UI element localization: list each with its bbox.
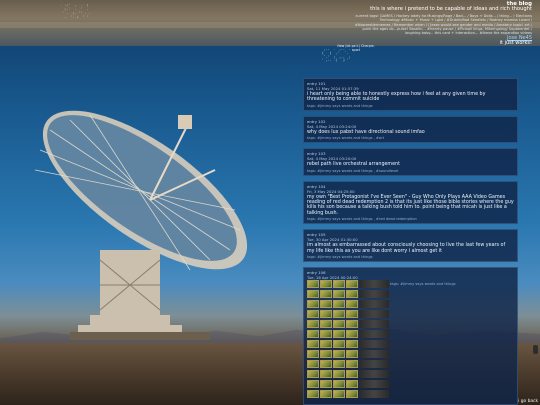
- gallery-thumbnail[interactable]: [333, 390, 345, 398]
- post-text: rebel path live orchestral arrangement: [307, 162, 400, 168]
- post-tags[interactable]: tags: #jimmy says words and things: [307, 255, 514, 259]
- blog-tagline: this is where i pretend to be capable of…: [370, 6, 532, 13]
- post[interactable]: entry 101 Sat, 11 May 2024 01:57:39 i he…: [303, 78, 518, 111]
- gallery-thumbnail[interactable]: [307, 310, 319, 318]
- post-tags[interactable]: tags: #jimmy says words and things , #re…: [307, 217, 514, 221]
- gallery-strip: [359, 300, 389, 308]
- gallery-strip: [359, 320, 389, 328]
- gallery-thumbnail[interactable]: [320, 370, 332, 378]
- gallery-thumbnail[interactable]: [346, 380, 358, 388]
- gallery-thumbnail[interactable]: [346, 370, 358, 378]
- gallery-thumbnail[interactable]: [307, 340, 319, 348]
- radio-telescope-image: [34, 110, 248, 340]
- gallery-thumbnail[interactable]: [320, 350, 332, 358]
- post-tags[interactable]: tags: #jimmy says words and things: [390, 282, 455, 286]
- post-text: im almost as embarrassed about conscious…: [307, 243, 506, 254]
- go-back-link[interactable]: i go back: [518, 399, 538, 404]
- works-label: it just works!: [499, 40, 532, 47]
- blog-header: the blog this is where i pretend to be c…: [352, 1, 532, 47]
- post-text: why does lux pabst have directional soun…: [307, 129, 425, 135]
- post[interactable]: entry 104 Fri, 3 May 2024 04:25:00 my ow…: [303, 180, 518, 225]
- gallery-thumbnail[interactable]: [307, 380, 319, 388]
- post-list: entry 101 Sat, 11 May 2024 01:57:39 i he…: [303, 78, 518, 267]
- gallery-thumbnail[interactable]: [307, 290, 319, 298]
- gallery-thumbnail[interactable]: [320, 340, 332, 348]
- post-date[interactable]: Sat, 11 May 2024 01:57:39: [307, 86, 514, 91]
- gallery-thumbnail[interactable]: [346, 280, 358, 288]
- gallery-thumbnail[interactable]: [346, 310, 358, 318]
- post-date[interactable]: Sat, 4 May 2024 03:24:00: [307, 124, 514, 129]
- gallery-thumbnail[interactable]: [320, 380, 332, 388]
- gallery-thumbnail[interactable]: [307, 390, 319, 398]
- gallery-thumbnail[interactable]: [320, 300, 332, 308]
- gallery-thumbnail[interactable]: [307, 370, 319, 378]
- gallery-thumbnail[interactable]: [333, 350, 345, 358]
- gallery-strip: [359, 290, 389, 298]
- post-date[interactable]: Tue, 30 Apr 2024 01:30:00: [307, 237, 514, 242]
- gallery-strip: [359, 340, 389, 348]
- gallery-strip: [359, 280, 389, 288]
- gallery-thumbnail[interactable]: [346, 290, 358, 298]
- gallery-thumbnail[interactable]: [333, 360, 345, 368]
- gallery-thumbnail[interactable]: [320, 330, 332, 338]
- gallery-thumbnail[interactable]: [346, 360, 358, 368]
- gallery-thumbnail[interactable]: [307, 360, 319, 368]
- gallery-strip: [359, 330, 389, 338]
- gallery-thumbnail[interactable]: [346, 350, 358, 358]
- post-tags[interactable]: tags: #jimmy says words and things , #so…: [307, 169, 514, 173]
- post-tags[interactable]: tags: #jimmy says words and things: [307, 104, 514, 108]
- gallery-strip: [359, 360, 389, 368]
- gallery-strip: [359, 390, 389, 398]
- post-text: i heart only being able to honestly expr…: [307, 92, 486, 103]
- gallery-strip: [359, 350, 389, 358]
- blog-description: current tags! GAMES / Hockey lately ha M…: [354, 13, 532, 36]
- gallery-thumbnail[interactable]: [307, 300, 319, 308]
- gallery-thumbnail[interactable]: [333, 300, 345, 308]
- gallery-thumbnail[interactable]: [346, 330, 358, 338]
- post-tags[interactable]: tags: #jimmy says words and things , #ar…: [307, 136, 514, 140]
- gallery-thumbnail[interactable]: [333, 330, 345, 338]
- post-date[interactable]: Sat, 4 May 2024 03:20:00: [307, 156, 514, 161]
- gallery-thumbnail[interactable]: [320, 390, 332, 398]
- gallery-thumbnail[interactable]: [320, 280, 332, 288]
- gallery-thumbnail[interactable]: [333, 370, 345, 378]
- header-ascii-overlay: . .;' , . ; ;.' . ' . ' . ;. '' . . . '.…: [60, 3, 91, 19]
- scroll-handle[interactable]: [533, 345, 538, 354]
- gallery-thumbnail[interactable]: [320, 320, 332, 328]
- gallery-thumbnail[interactable]: [333, 320, 345, 328]
- gallery-thumbnail[interactable]: [307, 330, 319, 338]
- gallery-thumbnail[interactable]: [346, 340, 358, 348]
- gallery-thumbnail[interactable]: [307, 280, 319, 288]
- gallery-thumbnail[interactable]: [320, 310, 332, 318]
- image-grid: [307, 280, 389, 398]
- gallery-thumbnail[interactable]: [333, 280, 345, 288]
- gallery-thumbnail[interactable]: [320, 290, 332, 298]
- gallery-post[interactable]: entry 106 Tue, 16 Apr 2024 00:24:00 tags…: [303, 267, 518, 405]
- gallery-strip: [359, 370, 389, 378]
- gallery-thumbnail[interactable]: [333, 290, 345, 298]
- post[interactable]: entry 105 Tue, 30 Apr 2024 01:30:00 im a…: [303, 229, 518, 263]
- gallery-thumbnail[interactable]: [307, 320, 319, 328]
- post-text: my own "Best Protagonist I've Ever Seen"…: [307, 194, 514, 216]
- post[interactable]: entry 103 Sat, 4 May 2024 03:20:00 rebel…: [303, 148, 518, 176]
- gallery-thumbnail[interactable]: [346, 390, 358, 398]
- gallery-thumbnail[interactable]: [333, 310, 345, 318]
- gallery-thumbnail[interactable]: [320, 360, 332, 368]
- post[interactable]: entry 102 Sat, 4 May 2024 03:24:00 why d…: [303, 115, 518, 144]
- gallery-thumbnail[interactable]: [333, 380, 345, 388]
- center-ascii-art: ,-. . ,-. . ( ) ,' `. `-' ; ,-. ; ' ,-. …: [321, 47, 351, 63]
- gallery-thumbnail[interactable]: [307, 350, 319, 358]
- post-date[interactable]: Fri, 3 May 2024 04:25:00: [307, 189, 514, 194]
- gallery-thumbnail[interactable]: [333, 340, 345, 348]
- gallery-strip: [359, 380, 389, 388]
- gallery-strip: [359, 310, 389, 318]
- gallery-thumbnail[interactable]: [346, 320, 358, 328]
- gallery-thumbnail[interactable]: [346, 300, 358, 308]
